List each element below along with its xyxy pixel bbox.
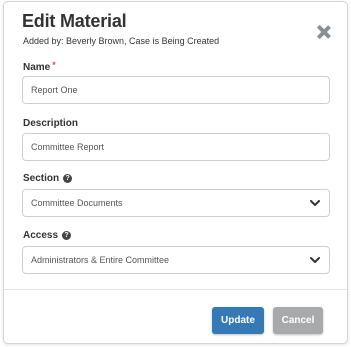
access-label: Access ?: [23, 230, 72, 241]
description-input-value: Committee Report: [31, 142, 105, 152]
chevron-down-icon: [310, 200, 320, 206]
help-icon[interactable]: ?: [62, 231, 72, 240]
footer-divider: [4, 289, 347, 290]
required-marker: *: [52, 59, 56, 70]
section-label: Section ?: [23, 173, 73, 184]
section-label-text: Section: [23, 173, 60, 184]
access-select-value: Administrators & Entire Committee: [31, 255, 170, 265]
edit-material-dialog: Edit Material Added by: Beverly Brown, C…: [3, 1, 348, 344]
name-label: Name *: [23, 59, 56, 74]
name-label-text: Name: [23, 62, 51, 73]
name-input[interactable]: Report One: [22, 76, 330, 104]
help-icon[interactable]: ?: [63, 174, 73, 183]
section-select-value: Committee Documents: [31, 198, 123, 208]
dialog-title: Edit Material: [22, 11, 127, 31]
dialog-subtitle: Added by: Beverly Brown, Case is Being C…: [23, 36, 220, 46]
access-label-text: Access: [23, 230, 59, 241]
name-input-value: Report One: [31, 85, 78, 95]
description-label-text: Description: [23, 118, 79, 129]
description-input[interactable]: Committee Report: [22, 133, 330, 161]
update-button[interactable]: Update: [212, 307, 264, 334]
section-select[interactable]: Committee Documents: [22, 189, 330, 217]
close-icon[interactable]: [317, 25, 331, 39]
cancel-button[interactable]: Cancel: [273, 307, 323, 334]
access-select[interactable]: Administrators & Entire Committee: [22, 246, 330, 274]
chevron-down-icon: [310, 257, 320, 263]
description-label: Description: [23, 118, 78, 129]
